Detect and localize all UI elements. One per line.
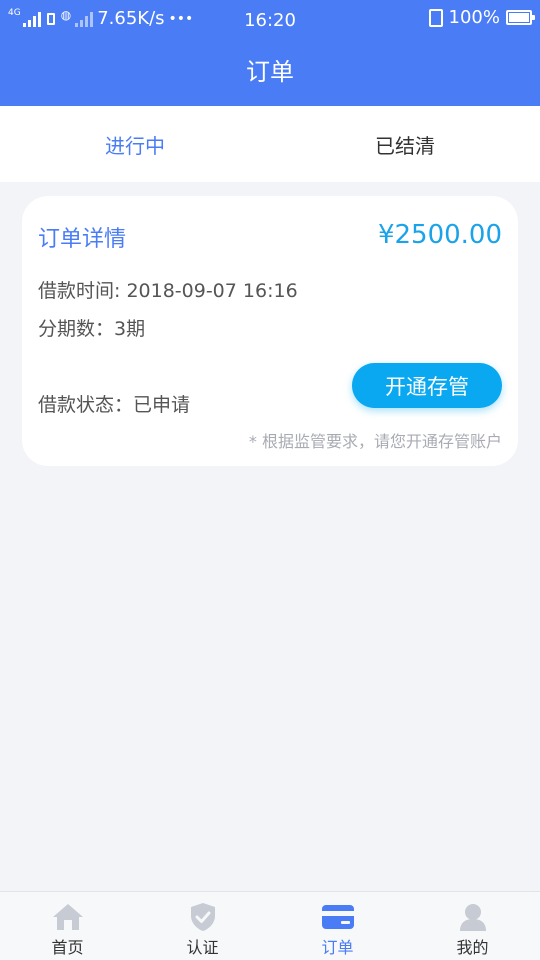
- tab-in-progress[interactable]: 进行中: [0, 106, 270, 182]
- nav-home-label: 首页: [51, 938, 84, 957]
- loan-time: 借款时间: 2018-09-07 16:16: [38, 280, 298, 302]
- vibrate-icon: [428, 8, 443, 27]
- card-icon: [321, 902, 355, 932]
- installments: 分期数：3期: [38, 318, 146, 340]
- shield-check-icon: [186, 902, 220, 932]
- order-card[interactable]: 订单详情 ¥2500.00 借款时间: 2018-09-07 16:16 分期数…: [22, 196, 518, 466]
- order-card-title: 订单详情: [38, 227, 127, 252]
- regulation-note: * 根据监管要求，请您开通存管账户: [248, 432, 502, 451]
- open-depository-button[interactable]: 开通存管: [352, 363, 502, 408]
- status-right: 100%: [428, 7, 535, 28]
- user-icon: [456, 902, 490, 932]
- bottom-nav: 首页 认证 订单 我的: [0, 891, 540, 960]
- status-bar: 4G ◍ 7.65K/s ••• 16:20 100%: [0, 0, 540, 38]
- home-icon: [51, 902, 85, 932]
- nav-verify-label: 认证: [186, 938, 219, 957]
- nav-mine[interactable]: 我的: [405, 892, 540, 960]
- battery-icon: [506, 10, 535, 25]
- nav-home[interactable]: 首页: [0, 892, 135, 960]
- nav-orders[interactable]: 订单: [270, 892, 405, 960]
- battery-percent: 100%: [448, 7, 500, 28]
- order-amount: ¥2500.00: [377, 220, 502, 250]
- loan-status: 借款状态：已申请: [38, 394, 191, 416]
- nav-mine-label: 我的: [456, 938, 489, 957]
- page-title: 订单: [246, 58, 294, 86]
- nav-verify[interactable]: 认证: [135, 892, 270, 960]
- nav-orders-label: 订单: [321, 938, 354, 957]
- tab-settled[interactable]: 已结清: [270, 106, 540, 182]
- top-bar: 4G ◍ 7.65K/s ••• 16:20 100% 订单: [0, 0, 540, 106]
- order-tabs: 进行中 已结清: [0, 106, 540, 182]
